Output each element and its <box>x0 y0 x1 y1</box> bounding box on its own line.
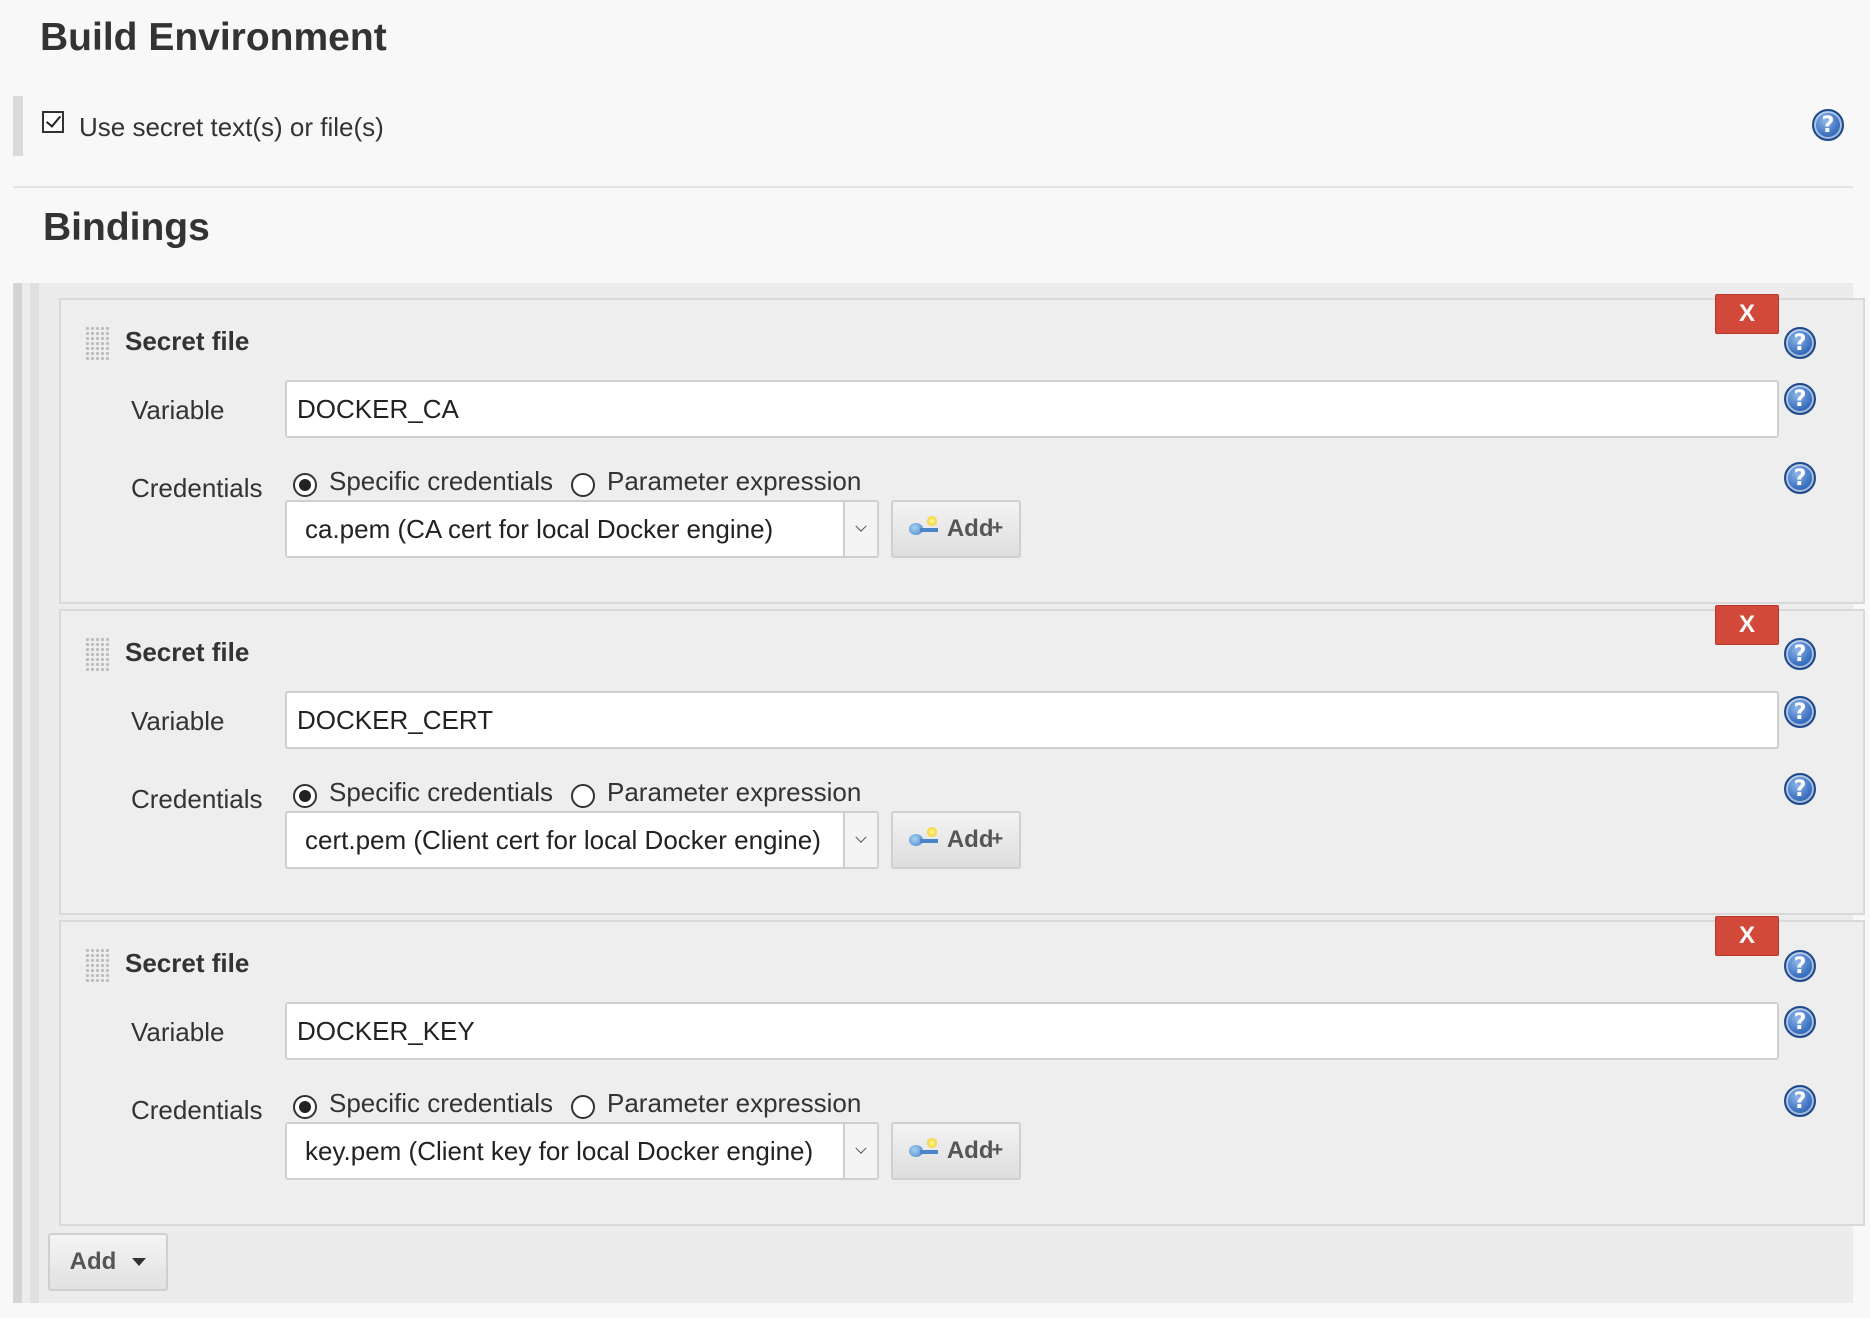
help-icon[interactable]: ? <box>1784 327 1816 359</box>
drag-handle-icon[interactable] <box>85 326 109 360</box>
credentials-label: Credentials <box>131 1095 263 1125</box>
credentials-select[interactable]: cert.pem (Client cert for local Docker e… <box>285 811 879 869</box>
key-icon <box>908 827 939 849</box>
help-icon[interactable]: ? <box>1784 462 1816 494</box>
caret-down-icon <box>132 1258 147 1266</box>
add-credential-button[interactable]: Add + <box>891 811 1021 869</box>
plus-icon: + <box>991 516 1004 539</box>
credentials-mode-group: Specific credentials Parameter expressio… <box>293 466 879 497</box>
add-credential-label: Add <box>946 515 994 542</box>
delete-binding-button[interactable]: X <box>1715 294 1779 334</box>
variable-input[interactable]: DOCKER_CERT <box>285 691 1779 749</box>
variable-label: Variable <box>131 395 225 425</box>
key-icon <box>908 516 939 538</box>
checkmark-icon <box>45 111 62 128</box>
help-icon[interactable]: ? <box>1784 1006 1816 1038</box>
chevron-down-icon[interactable] <box>843 502 877 556</box>
delete-binding-button[interactable]: X <box>1715 916 1779 956</box>
use-secret-checkbox[interactable] <box>42 111 64 133</box>
credentials-select-value: cert.pem (Client cert for local Docker e… <box>305 824 821 855</box>
plus-icon: + <box>991 827 1004 850</box>
parameter-expression-radio[interactable] <box>571 783 595 808</box>
credentials-select-value: ca.pem (CA cert for local Docker engine) <box>305 513 774 544</box>
help-icon[interactable]: ? <box>1784 1085 1816 1117</box>
specific-credentials-label: Specific credentials <box>329 1088 553 1118</box>
list-indent-bar <box>30 283 39 1303</box>
parameter-expression-radio[interactable] <box>571 1094 595 1119</box>
bindings-list: Secret file X Variable DOCKER_CA Credent… <box>13 283 1865 1303</box>
help-icon[interactable]: ? <box>1784 383 1816 415</box>
help-icon[interactable]: ? <box>1784 638 1816 670</box>
variable-label: Variable <box>131 706 225 736</box>
delete-binding-button[interactable]: X <box>1715 605 1779 645</box>
use-secret-row: Use secret text(s) or file(s) <box>13 96 1853 156</box>
credentials-label: Credentials <box>131 784 263 814</box>
plus-icon: + <box>991 1138 1004 1161</box>
credentials-select[interactable]: key.pem (Client key for local Docker eng… <box>285 1122 879 1180</box>
specific-credentials-radio[interactable] <box>293 472 317 497</box>
chevron-down-icon[interactable] <box>843 813 877 867</box>
drag-handle-icon[interactable] <box>85 948 109 982</box>
variable-input[interactable]: DOCKER_CA <box>285 380 1779 438</box>
help-icon[interactable]: ? <box>1784 773 1816 805</box>
variable-input[interactable]: DOCKER_KEY <box>285 1002 1779 1060</box>
credentials-select[interactable]: ca.pem (CA cert for local Docker engine) <box>285 500 879 558</box>
bindings-title: Bindings <box>43 206 210 249</box>
add-credential-label: Add <box>946 1137 994 1164</box>
credentials-mode-group: Specific credentials Parameter expressio… <box>293 1088 879 1119</box>
add-binding-label: Add <box>69 1248 117 1275</box>
help-icon[interactable]: ? <box>1784 696 1816 728</box>
drag-handle-icon[interactable] <box>85 637 109 671</box>
add-credential-label: Add <box>946 826 994 853</box>
specific-credentials-label: Specific credentials <box>329 777 553 807</box>
parameter-expression-label: Parameter expression <box>607 1088 862 1118</box>
key-icon <box>908 1138 939 1160</box>
help-icon[interactable]: ? <box>1812 109 1844 141</box>
credentials-mode-group: Specific credentials Parameter expressio… <box>293 777 879 808</box>
specific-credentials-radio[interactable] <box>293 783 317 808</box>
specific-credentials-radio[interactable] <box>293 1094 317 1119</box>
specific-credentials-label: Specific credentials <box>329 466 553 496</box>
help-icon[interactable]: ? <box>1784 950 1816 982</box>
use-secret-label: Use secret text(s) or file(s) <box>79 112 384 142</box>
section-indent-bar <box>13 283 22 1303</box>
chevron-down-icon[interactable] <box>843 1124 877 1178</box>
binding-type-title: Secret file <box>125 326 250 356</box>
credentials-select-value: key.pem (Client key for local Docker eng… <box>305 1135 814 1166</box>
binding-type-title: Secret file <box>125 948 250 978</box>
binding-card-3: Secret file X Variable DOCKER_KEY Creden… <box>59 916 1865 1226</box>
add-credential-button[interactable]: Add + <box>891 1122 1021 1180</box>
binding-card-1: Secret file X Variable DOCKER_CA Credent… <box>59 294 1865 604</box>
section-indent-bar <box>13 96 23 156</box>
binding-card-2: Secret file X Variable DOCKER_CERT Crede… <box>59 605 1865 915</box>
section-divider <box>13 186 1853 188</box>
parameter-expression-label: Parameter expression <box>607 777 862 807</box>
parameter-expression-label: Parameter expression <box>607 466 862 496</box>
credentials-label: Credentials <box>131 473 263 503</box>
add-credential-button[interactable]: Add + <box>891 500 1021 558</box>
binding-type-title: Secret file <box>125 637 250 667</box>
variable-label: Variable <box>131 1017 225 1047</box>
parameter-expression-radio[interactable] <box>571 472 595 497</box>
build-environment-title: Build Environment <box>40 16 387 59</box>
add-binding-button[interactable]: Add <box>48 1233 168 1291</box>
